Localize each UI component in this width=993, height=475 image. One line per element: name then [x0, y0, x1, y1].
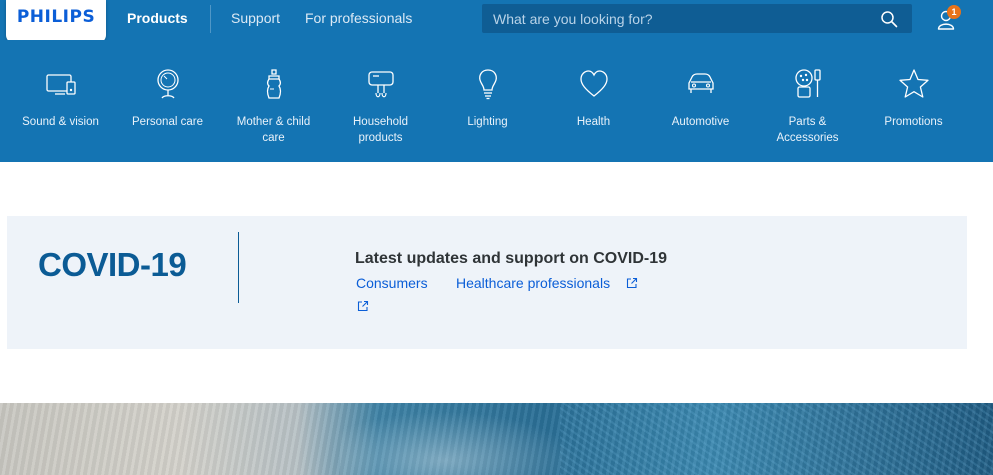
category-label: Lighting: [467, 116, 508, 128]
baby-bottle-icon: [266, 69, 281, 99]
nav-products[interactable]: Products: [127, 10, 188, 26]
hero-image-texture: [560, 403, 993, 475]
category-label: Promotions: [884, 116, 943, 128]
nav-divider: [210, 5, 211, 33]
category-label: Parts & Accessories: [776, 116, 839, 144]
category-promotions[interactable]: Promotions: [860, 40, 967, 162]
consumers-link[interactable]: Consumers: [356, 275, 428, 291]
category-personal-care[interactable]: Personal care: [114, 40, 221, 162]
category-label: Mother & child care: [236, 116, 311, 144]
category-lighting[interactable]: Lighting: [434, 40, 541, 162]
healthcare-professionals-link[interactable]: Healthcare professionals: [456, 275, 610, 291]
category-parts-accessories[interactable]: Parts & Accessories: [754, 40, 861, 162]
search-bar: [482, 4, 912, 33]
category-label: Health: [576, 116, 611, 128]
nav-for-professionals[interactable]: For professionals: [305, 10, 412, 26]
category-label: Personal care: [132, 116, 203, 128]
mixer-icon: [367, 71, 394, 98]
category-mother-child-care[interactable]: Mother & child care: [220, 40, 327, 162]
hero-image: [0, 403, 993, 475]
covid-banner: COVID-19 Latest updates and support on C…: [7, 216, 967, 349]
external-link-icon[interactable]: [357, 300, 369, 312]
category-health[interactable]: Health: [540, 40, 647, 162]
category-label: Sound & vision: [22, 116, 99, 128]
parts-icon: [794, 69, 821, 98]
search-icon[interactable]: [880, 10, 898, 28]
nav-support[interactable]: Support: [231, 10, 280, 26]
category-household-products[interactable]: Household products: [327, 40, 434, 162]
light-bulb-icon: [478, 69, 497, 100]
external-link-icon[interactable]: [626, 277, 638, 289]
star-icon: [898, 69, 929, 98]
category-automotive[interactable]: Automotive: [647, 40, 754, 162]
philips-logo[interactable]: PHILIPS: [6, 0, 106, 43]
heart-icon: [579, 70, 608, 97]
covid-divider: [238, 232, 239, 303]
covid-title: COVID-19: [38, 246, 187, 283]
account-notification-badge: 1: [947, 5, 961, 19]
car-icon: [687, 73, 714, 93]
covid-heading: Latest updates and support on COVID-19: [355, 250, 668, 267]
logo-text: PHILIPS: [16, 7, 96, 27]
category-sound-vision[interactable]: Sound & vision: [7, 40, 114, 162]
top-navigation-bar: PHILIPS Products Support For professiona…: [0, 0, 993, 43]
monitor-device-icon: [45, 74, 76, 95]
mirror-icon: [156, 69, 179, 99]
product-category-bar: Sound & vision Personal care Mother & ch…: [0, 40, 993, 162]
category-label: Automotive: [671, 116, 730, 128]
category-label: Household products: [353, 116, 408, 144]
search-input[interactable]: [482, 4, 872, 33]
